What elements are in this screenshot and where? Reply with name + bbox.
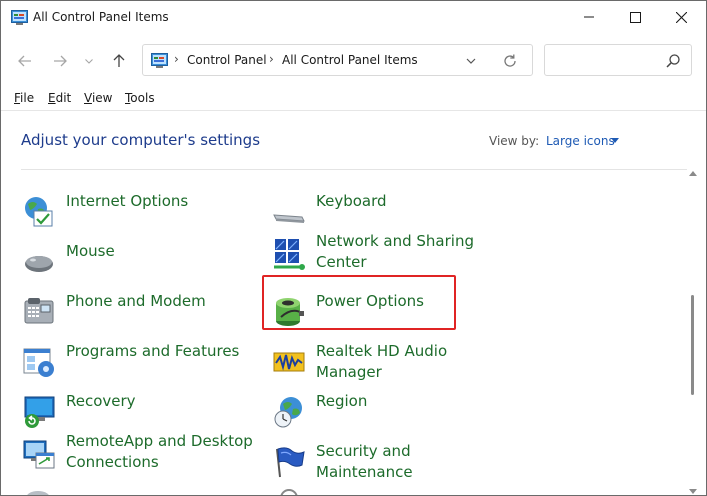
forward-button[interactable] xyxy=(49,50,71,72)
breadcrumb-separator: › xyxy=(269,52,274,66)
breadcrumb-control-panel[interactable]: Control Panel xyxy=(187,53,267,67)
arrow-up-icon xyxy=(113,54,125,67)
item-mouse[interactable]: Mouse xyxy=(22,241,252,281)
title-bar: All Control Panel Items xyxy=(1,1,706,35)
search-icon xyxy=(666,54,680,68)
item-remoteapp-and-desktop-connections[interactable]: RemoteApp and Desktop Connections xyxy=(22,431,253,471)
close-icon xyxy=(675,11,687,23)
control-panel-icon xyxy=(11,10,28,25)
address-bar[interactable]: › Control Panel › All Control Panel Item… xyxy=(142,44,533,76)
refresh-icon[interactable] xyxy=(501,52,519,70)
chevron-down-icon xyxy=(85,58,93,64)
view-by-dropdown[interactable]: Large icons xyxy=(546,134,615,148)
mouse-icon xyxy=(25,256,53,272)
item-label: Programs and Features xyxy=(66,342,240,360)
remoteapp-icon xyxy=(23,440,55,469)
item-label: Security and Maintenance xyxy=(316,442,413,481)
arrow-left-icon xyxy=(18,55,31,67)
minimize-button[interactable] xyxy=(566,1,612,33)
menu-file-rest: ile xyxy=(20,91,35,105)
keyboard-icon xyxy=(273,214,305,223)
minimize-icon xyxy=(584,16,594,18)
item-keyboard[interactable]: Keyboard xyxy=(272,191,502,231)
menu-tools[interactable]: Tools xyxy=(125,91,155,105)
close-button[interactable] xyxy=(658,1,704,33)
item-programs-and-features[interactable]: Programs and Features xyxy=(22,341,252,381)
menu-view[interactable]: View xyxy=(84,91,112,105)
recent-locations-button[interactable] xyxy=(81,50,97,72)
caret-down-icon[interactable] xyxy=(611,138,619,143)
item-label: Keyboard xyxy=(316,192,387,210)
item-realtek-hd-audio-manager[interactable]: Realtek HD Audio Manager xyxy=(272,341,502,381)
item-label: Recovery xyxy=(66,392,136,410)
item-label: Phone and Modem xyxy=(66,292,206,310)
search-input[interactable] xyxy=(544,44,692,76)
vertical-scrollbar[interactable] xyxy=(689,171,697,495)
internet-options-icon xyxy=(25,197,53,227)
security-maintenance-icon xyxy=(276,447,305,478)
item-region[interactable]: Region xyxy=(272,391,502,431)
content-pane: Adjust your computer's settings View by:… xyxy=(1,110,706,495)
menu-edit[interactable]: Edit xyxy=(48,91,71,105)
item-network-sharing-center[interactable]: Network and Sharing Center xyxy=(272,231,502,271)
breadcrumb-separator: › xyxy=(174,52,179,66)
control-panel-icon xyxy=(151,53,168,68)
partial-item-icon xyxy=(280,489,298,495)
maximize-icon xyxy=(629,11,641,23)
partial-item-icon xyxy=(27,491,49,495)
page-title: Adjust your computer's settings xyxy=(21,131,261,149)
region-icon xyxy=(274,397,302,428)
item-label: Network and Sharing Center xyxy=(316,232,474,271)
scroll-down-arrow-icon[interactable] xyxy=(689,489,697,494)
item-label: Realtek HD Audio Manager xyxy=(316,342,448,381)
menu-view-rest: iew xyxy=(91,91,113,105)
menu-view-accel: V xyxy=(84,91,92,105)
recovery-icon xyxy=(24,396,55,428)
item-internet-options[interactable]: Internet Options xyxy=(22,191,252,231)
item-recovery[interactable]: Recovery xyxy=(22,391,252,431)
divider xyxy=(21,169,687,170)
network-sharing-icon xyxy=(274,239,305,270)
up-button[interactable] xyxy=(108,50,130,72)
arrow-right-icon xyxy=(54,55,67,67)
item-label: Internet Options xyxy=(66,192,189,210)
programs-features-icon xyxy=(23,348,54,377)
item-security-and-maintenance[interactable]: Security and Maintenance xyxy=(272,441,502,481)
item-phone-and-modem[interactable]: Phone and Modem xyxy=(22,291,252,331)
control-panel-window: All Control Panel Items › Control Panel … xyxy=(0,0,707,496)
menu-file[interactable]: File xyxy=(14,91,34,105)
scroll-thumb[interactable] xyxy=(691,295,694,395)
item-label: Mouse xyxy=(66,242,115,260)
chevron-down-icon[interactable] xyxy=(463,53,479,69)
item-label: RemoteApp and Desktop Connections xyxy=(66,432,253,471)
menu-edit-rest: dit xyxy=(55,91,72,105)
menu-edit-accel: E xyxy=(48,91,56,105)
item-label: Region xyxy=(316,392,368,410)
phone-modem-icon xyxy=(24,298,54,324)
highlight-box xyxy=(262,275,456,330)
window-title: All Control Panel Items xyxy=(33,10,169,24)
menu-bar: File Edit View Tools xyxy=(1,89,706,109)
realtek-audio-icon xyxy=(273,352,305,372)
menu-tools-rest: ools xyxy=(130,91,155,105)
maximize-button[interactable] xyxy=(612,1,658,33)
view-by-label: View by: xyxy=(489,134,540,148)
scroll-up-arrow-icon[interactable] xyxy=(689,171,697,176)
back-button[interactable] xyxy=(14,50,36,72)
breadcrumb-all-items[interactable]: All Control Panel Items xyxy=(282,53,418,67)
